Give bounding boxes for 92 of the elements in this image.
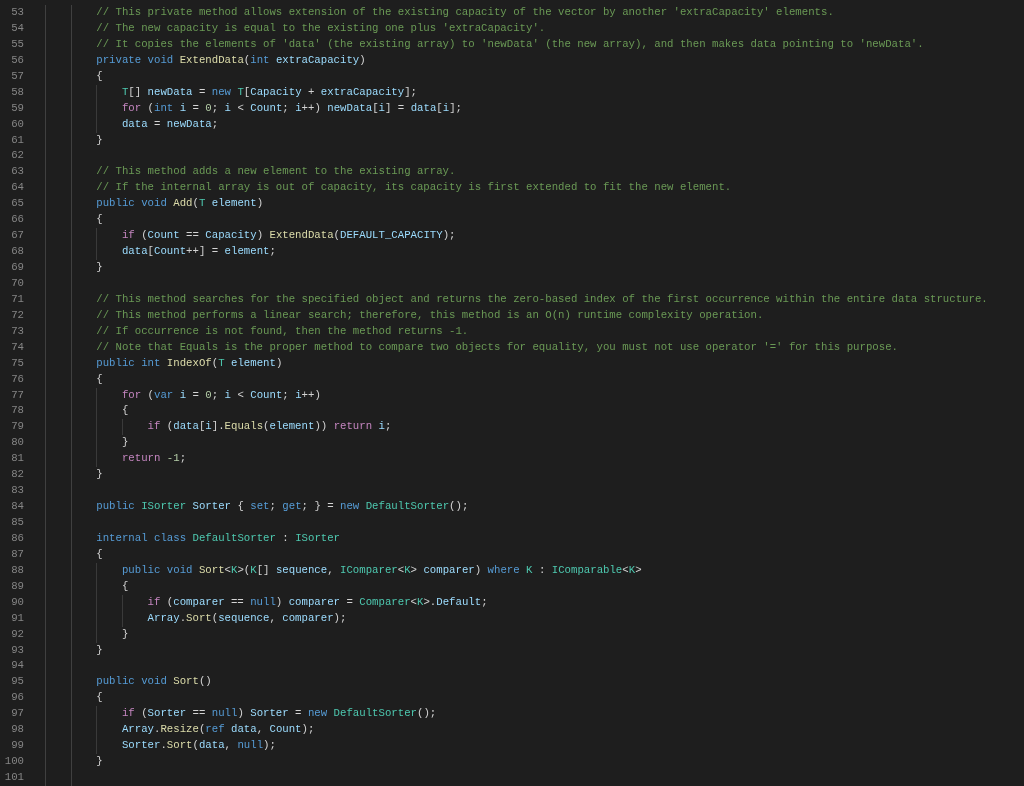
- line-number: 60: [10, 116, 24, 132]
- line-number: 99: [10, 738, 24, 754]
- line-number: 61: [10, 132, 24, 148]
- code-line: if (Count == Capacity) ExtendData(DEFAULT_CAPACITY);: [121, 228, 456, 244]
- code-line: // The new capacity is equal to the existing one plus 'extraCapacity'.: [96, 20, 546, 36]
- code-line: public void Sort(): [96, 674, 212, 690]
- line-number: 65: [10, 196, 24, 212]
- line-number: 80: [10, 435, 24, 451]
- line-number: 90: [10, 594, 24, 610]
- line-number: 81: [10, 451, 24, 467]
- code-line: }: [121, 435, 129, 451]
- line-number: 56: [10, 52, 24, 68]
- code-line: public void Sort<K>(K[] sequence, IComparer<K> comparer) where K : IComparable<K>: [121, 562, 642, 578]
- code-line: internal class DefaultSorter : ISorter: [96, 530, 341, 546]
- line-number: 93: [10, 642, 24, 658]
- code-line: {: [96, 546, 103, 562]
- line-number: 57: [10, 68, 24, 84]
- code-line: T[] newData = new T[Capacity + extraCapacity];: [121, 84, 418, 100]
- code-line: }: [96, 260, 103, 275]
- code-line: // Note that Equals is the proper method to compare two objects for equality, you must not use operator '=' for this purpose.: [96, 339, 898, 355]
- line-number: 85: [10, 515, 24, 530]
- line-number: 87: [10, 546, 24, 562]
- line-number: 62: [10, 148, 24, 164]
- code-line: {: [96, 68, 103, 84]
- code-line: }: [96, 754, 103, 770]
- line-number: 68: [10, 244, 24, 260]
- code-line: {: [96, 212, 103, 228]
- line-number: 76: [10, 371, 24, 387]
- code-line: // This private method allows extension of the existing capacity of the vector by another 'extraCapacity' elements.: [96, 5, 834, 20]
- code-line: // This method searches for the specified object and returns the zero-based index of the first occurrence within the entire data structure.: [96, 291, 988, 307]
- code-line: public void Add(T element): [96, 196, 264, 212]
- line-number: 54: [10, 20, 24, 36]
- line-number: 67: [10, 228, 24, 244]
- code-line: for (var i = 0; i < Count; i++): [121, 387, 321, 403]
- line-number: 88: [10, 562, 24, 578]
- line-number: 83: [10, 483, 24, 499]
- code-line: public int IndexOf(T element): [96, 355, 283, 371]
- code-line: return -1;: [121, 451, 187, 467]
- code-line: {: [96, 371, 103, 387]
- line-number: 66: [10, 212, 24, 228]
- line-number: 89: [10, 578, 24, 594]
- line-number: 78: [10, 403, 24, 419]
- line-number: 100: [3, 754, 24, 770]
- line-number: 53: [10, 5, 24, 20]
- code-line: // If the internal array is out of capacity, its capacity is first extended to fit the new element.: [96, 180, 732, 196]
- line-number: 70: [10, 275, 24, 291]
- line-number: 79: [10, 419, 24, 435]
- line-number: 72: [10, 307, 24, 323]
- line-number: 92: [10, 626, 24, 642]
- code-line: for (int i = 0; i < Count; i++) newData[i] = data[i];: [121, 100, 462, 116]
- line-number: 69: [10, 260, 24, 275]
- line-number: 101: [3, 770, 24, 785]
- code-line: // If occurrence is not found, then the method returns -1.: [96, 323, 469, 339]
- line-number: 95: [10, 674, 24, 690]
- code-line: public ISorter Sorter { set; get; } = new DefaultSorter();: [96, 499, 469, 515]
- code-line: // This method performs a linear search; therefore, this method is an O(n) runtime complexity operation.: [96, 307, 764, 323]
- line-number: 74: [10, 339, 24, 355]
- line-number: 63: [10, 164, 24, 180]
- line-number: 96: [10, 690, 24, 706]
- line-number: 73: [10, 323, 24, 339]
- code-line: {: [96, 690, 103, 706]
- code-line: if (comparer == null) comparer = Comparer<K>.Default;: [147, 594, 488, 610]
- line-number: 55: [10, 36, 24, 52]
- code-line: Sorter.Sort(data, null);: [121, 738, 276, 754]
- code-line: // This method adds a new element to the existing array.: [96, 164, 456, 180]
- code-line: }: [96, 467, 103, 483]
- code-line: // It copies the elements of 'data' (the existing array) to 'newData' (the new array), and then makes data pointing to 'newData'.: [96, 36, 924, 52]
- line-number: 75: [10, 355, 24, 371]
- code-line: }: [96, 642, 103, 658]
- code-line: data[Count++] = element;: [121, 244, 276, 260]
- line-number: 58: [10, 84, 24, 100]
- code-line: {: [121, 403, 129, 419]
- line-number: 82: [10, 467, 24, 483]
- line-number: 59: [10, 100, 24, 116]
- line-number: 98: [10, 722, 24, 738]
- code-line: if (data[i].Equals(element)) return i;: [147, 419, 392, 435]
- code-line: }: [121, 626, 129, 642]
- line-number: 91: [10, 610, 24, 626]
- code-line: {: [121, 578, 129, 594]
- code-line: Array.Resize(ref data, Count);: [121, 722, 315, 738]
- code-line: data = newData;: [121, 116, 219, 132]
- line-number: 77: [10, 387, 24, 403]
- line-number: 71: [10, 291, 24, 307]
- line-number: 97: [10, 706, 24, 722]
- code-line: private void ExtendData(int extraCapacity): [96, 52, 366, 68]
- line-number: 94: [10, 658, 24, 674]
- code-line: }: [96, 132, 103, 148]
- line-number: 86: [10, 530, 24, 546]
- code-line: if (Sorter == null) Sorter = new DefaultSorter();: [121, 706, 437, 722]
- line-number: 84: [10, 499, 24, 515]
- line-number: 64: [10, 180, 24, 196]
- code-line: Array.Sort(sequence, comparer);: [147, 610, 347, 626]
